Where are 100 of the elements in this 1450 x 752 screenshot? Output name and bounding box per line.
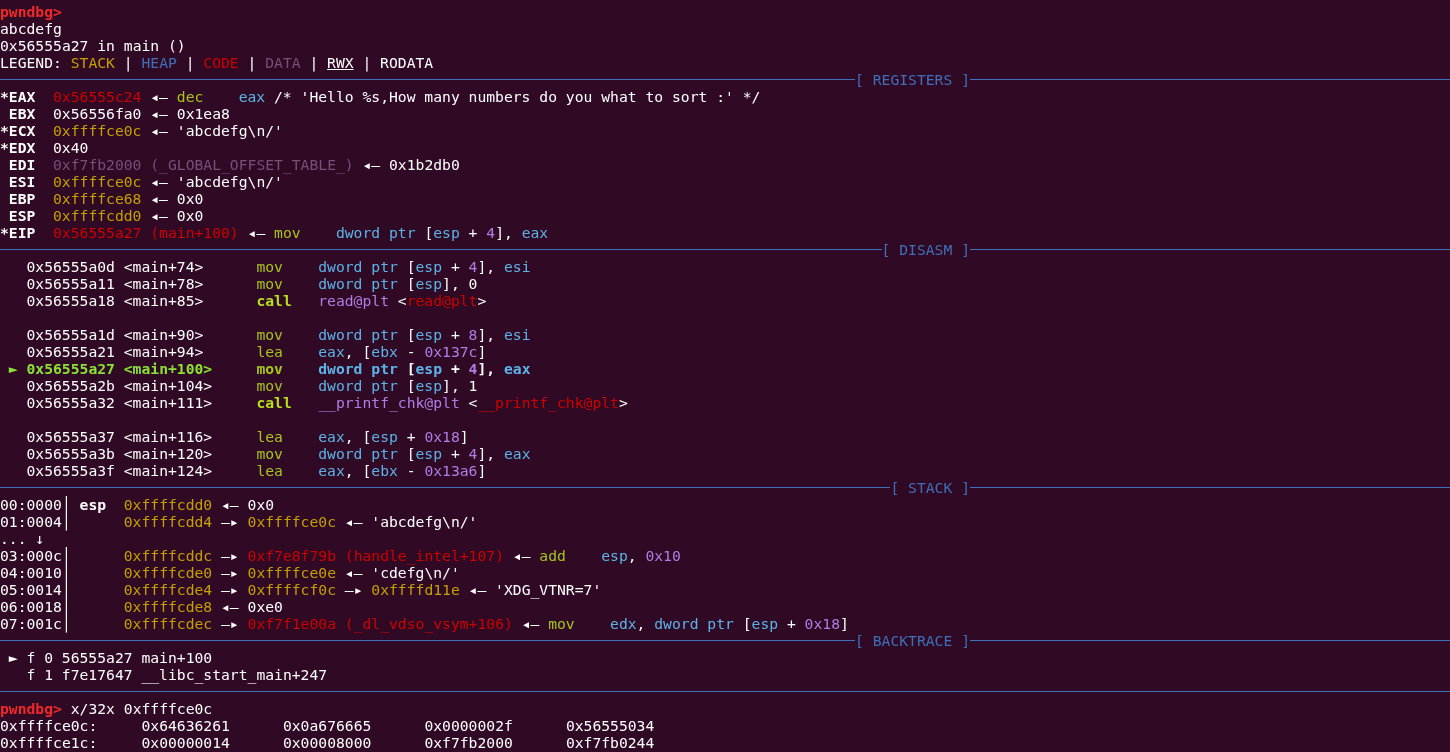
value: 0x1b2db0 [389,156,460,173]
comment: /* 'Hello %s,How many numbers do you what to sort :' */ [274,88,761,105]
value: 0x0000002f [424,717,514,734]
symbol: <main+100> [123,360,214,377]
pointer-arrow: ◂— [362,156,381,173]
address: 0xffffcde8 [123,598,213,615]
value: 0x00008000 [282,734,373,751]
symbol: (_dl_vdso_vsym+106) [344,615,513,632]
mnemonic: mov [256,377,284,394]
address: 0xffffcde0 [123,564,213,581]
value: 0xf7fb0244 [565,734,656,751]
address: 0xffffcdd4 [123,513,213,530]
operand: dword ptr [esp], 1 [318,377,478,394]
address: 0xffffce68 [53,190,142,207]
string-value: 'abcdefg\n/' [176,122,283,139]
separator-text: | [123,54,133,71]
mnemonic: lea [256,462,284,479]
stack-offset: 04:0010│ [0,564,71,581]
address: 0x56555a1d [26,326,115,343]
frame-number: f 1 [26,666,53,683]
address: 56555a27 [61,649,133,666]
register-name: *EDX [0,139,36,156]
legend-item: RWX [327,54,354,71]
string-value: 'abcdefg\n/' [176,173,283,190]
symbol: <main+94> [123,343,205,360]
operand: eax, [esp + 0x18] [318,428,469,445]
pointer-arrow: ◂— [150,88,168,105]
stack-offset: 06:0018│ [0,598,71,615]
register-name: EDI [7,156,36,173]
stack-offset: 07:001c│ [0,615,71,632]
symbol: <main+116> [123,428,214,445]
pointer-register: esp [79,496,108,513]
legend-item: CODE [203,54,239,71]
legend-item: RODATA [380,54,434,71]
symbol: <main+120> [123,445,214,462]
stack-offset: 03:000c│ [0,547,71,564]
pointer-arrow: ◂— [521,615,540,632]
address: 0xffffce1c: [0,734,99,751]
mnemonic: lea [256,428,284,445]
mnemonic: mov [256,445,284,462]
symbol: <main+85> [123,292,205,309]
operand: read@plt <read@plt> [318,292,487,309]
register-name: *ECX [0,122,36,139]
pointer-arrow: ◂— [221,496,239,513]
symbol: (handle_intel+107) [344,547,504,564]
address: 0xffffce0c [53,122,142,139]
address: 0x56555a21 [26,343,115,360]
pointer-arrow: —▸ [221,564,239,581]
symbol: <main+104> [123,377,214,394]
pointer-arrow: ◂— [150,190,168,207]
pointer-arrow: —▸ [221,513,239,530]
stack-offset: 05:0014│ [0,581,71,598]
address: 0xffffcddc [123,547,213,564]
address: 0xf7fb2000 [53,156,142,173]
section-title: [ DISASM ] [881,241,970,258]
value: 0x40 [53,139,89,156]
pointer-arrow: ◂— [150,122,168,139]
pointer-arrow: —▸ [221,581,239,598]
operand: esp, 0x10 [601,547,681,564]
string-value: 'abcdefg\n/' [371,513,478,530]
operand: edx, dword ptr [esp + 0x18] [610,615,849,632]
string-value: 'cdefg\n/' [371,564,460,581]
pointer-arrow: ◂— [221,598,239,615]
operand: dword ptr [esp + 4], eax [335,224,549,241]
address: 0xf7f1e00a [247,615,336,632]
string-value: 'XDG_VTNR=7' [495,581,602,598]
register-name: EBP [7,190,36,207]
operand: eax, [ebx - 0x137c] [318,343,487,360]
value: 0x0 [176,190,204,207]
pointer-arrow: ◂— [150,173,168,190]
continuation-text: ... ↓ [0,530,45,547]
pointer-arrow: ◂— [150,105,168,122]
register-name: *EIP [0,224,36,241]
symbol: (_GLOBAL_OFFSET_TABLE_) [150,156,354,173]
pointer-arrow: ◂— [344,513,363,530]
separator-text: | [309,54,319,71]
address: 0x56555a27 [53,224,142,241]
address: 0xffffcdec [123,615,213,632]
pointer-arrow: ◂— [468,581,487,598]
value: 0x0a676665 [282,717,373,734]
address: 0xffffce0c: [0,717,99,734]
register-name: ESI [7,173,36,190]
mnemonic: mov [548,615,576,632]
address: 0x56555a3f [26,462,115,479]
frame-number: f 0 [26,649,53,666]
mnemonic: call [256,394,293,411]
pointer-arrow: —▸ [221,615,239,632]
address: f7e17647 [61,666,133,683]
symbol: <main+124> [123,462,214,479]
register-name: EBX [7,105,36,122]
symbol: <main+111> [123,394,214,411]
address: 0xffffce0c [53,173,142,190]
value: 0xe0 [247,598,283,615]
mnemonic: mov [256,360,284,377]
symbol: <main+74> [123,258,205,275]
legend-item: DATA [265,54,301,71]
address: 0xffffcdd0 [53,207,142,224]
value: 0x0 [247,496,275,513]
mnemonic: mov [256,275,284,292]
address: 0x56555a32 [26,394,115,411]
